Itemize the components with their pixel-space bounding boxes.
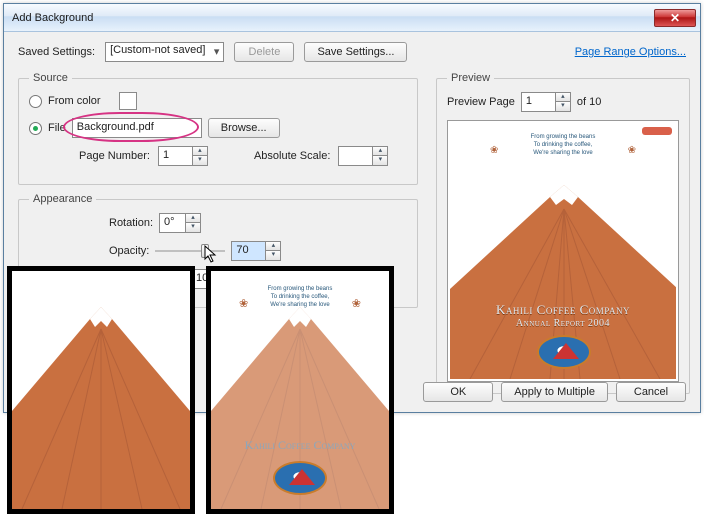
kahili-logo bbox=[273, 461, 327, 495]
result-thumbnail: From growing the beans To drinking the c… bbox=[206, 266, 394, 514]
ok-button[interactable]: OK bbox=[423, 382, 493, 402]
preview-legend: Preview bbox=[447, 72, 494, 84]
titlebar[interactable]: Add Background ✕ bbox=[4, 4, 700, 32]
file-input[interactable]: Background.pdf bbox=[72, 118, 202, 138]
rotation-spinner[interactable]: 0°▴▾ bbox=[159, 213, 201, 233]
file-radio[interactable] bbox=[29, 122, 42, 135]
color-swatch[interactable] bbox=[119, 92, 137, 110]
close-button[interactable]: ✕ bbox=[654, 9, 696, 27]
absolute-scale-label: Absolute Scale: bbox=[254, 150, 330, 162]
company-title: Kahili Coffee Company bbox=[450, 302, 676, 318]
appearance-legend: Appearance bbox=[29, 193, 96, 205]
leaf-icon: ❀ bbox=[490, 145, 498, 156]
preview-of-label: of 10 bbox=[577, 96, 601, 108]
browse-button[interactable]: Browse... bbox=[208, 118, 280, 138]
company-subtitle: Annual Report 2004 bbox=[450, 318, 676, 329]
rotation-label: Rotation: bbox=[109, 217, 153, 229]
page-range-link[interactable]: Page Range Options... bbox=[575, 46, 686, 58]
from-color-radio[interactable] bbox=[29, 95, 42, 108]
opacity-spinner[interactable]: 70▴▾ bbox=[231, 241, 281, 261]
opacity-label: Opacity: bbox=[109, 245, 149, 257]
preview-canvas: From growing the beans To drinking the c… bbox=[447, 120, 679, 382]
save-settings-button[interactable]: Save Settings... bbox=[304, 42, 407, 62]
from-color-label: From color bbox=[48, 95, 101, 107]
preview-group: Preview Preview Page 1▴▾ of 10 From grow… bbox=[436, 72, 690, 394]
saved-settings-select[interactable]: [Custom-not saved] bbox=[105, 42, 224, 62]
preview-page-spinner[interactable]: 1▴▾ bbox=[521, 92, 571, 112]
dialog-title: Add Background bbox=[12, 12, 654, 24]
source-group: Source From color File Background.pdf Br… bbox=[18, 72, 418, 185]
cancel-button[interactable]: Cancel bbox=[616, 382, 686, 402]
saved-settings-label: Saved Settings: bbox=[18, 46, 95, 58]
apply-multiple-button[interactable]: Apply to Multiple bbox=[501, 382, 608, 402]
opacity-slider[interactable] bbox=[155, 242, 225, 260]
background-only-thumbnail bbox=[7, 266, 195, 514]
absolute-scale-spinner[interactable]: ▴▾ bbox=[338, 146, 388, 166]
preview-page-label: Preview Page bbox=[447, 96, 515, 108]
page-number-label: Page Number: bbox=[79, 150, 150, 162]
kahili-logo bbox=[537, 335, 591, 369]
leaf-icon: ❀ bbox=[628, 145, 636, 156]
source-legend: Source bbox=[29, 72, 72, 84]
file-label: File bbox=[48, 122, 66, 134]
delete-button[interactable]: Delete bbox=[234, 42, 294, 62]
page-number-spinner[interactable]: 1▴▾ bbox=[158, 146, 208, 166]
